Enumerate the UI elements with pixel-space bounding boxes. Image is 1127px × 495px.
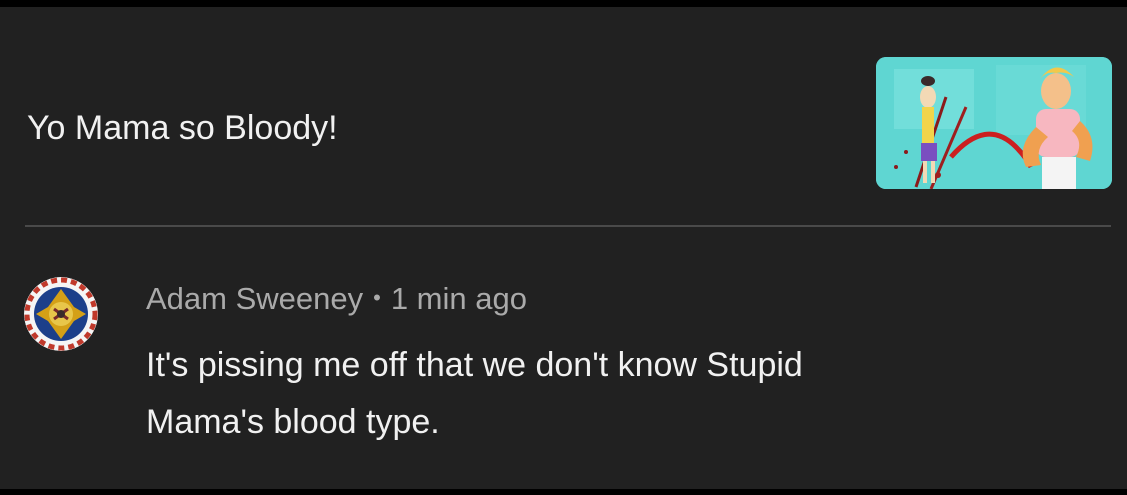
- video-header[interactable]: Yo Mama so Bloody!: [0, 7, 1127, 227]
- cartoon-thumbnail-icon: [876, 57, 1112, 189]
- comment-item: Adam Sweeney • 1 min ago It's pissing me o…: [0, 229, 1127, 479]
- video-thumbnail[interactable]: [876, 57, 1112, 189]
- video-title[interactable]: Yo Mama so Bloody!: [27, 108, 338, 148]
- comment-text: It's pissing me off that we don't know S…: [146, 337, 1046, 451]
- comment-text-line: It's pissing me off that we don't know S…: [146, 346, 803, 384]
- meta-separator: •: [373, 285, 381, 310]
- avatar[interactable]: [24, 277, 98, 351]
- divider: [25, 225, 1111, 227]
- comment-meta: Adam Sweeney • 1 min ago: [146, 279, 527, 318]
- comment-timestamp: 1 min ago: [390, 281, 527, 316]
- beyblade-avatar-icon: [24, 277, 98, 351]
- comment-author[interactable]: Adam Sweeney: [146, 281, 363, 316]
- comment-text-line: Mama's blood type.: [146, 403, 440, 441]
- comment-panel: Yo Mama so Bloody! Adam Sweeney • 1 min …: [0, 7, 1127, 489]
